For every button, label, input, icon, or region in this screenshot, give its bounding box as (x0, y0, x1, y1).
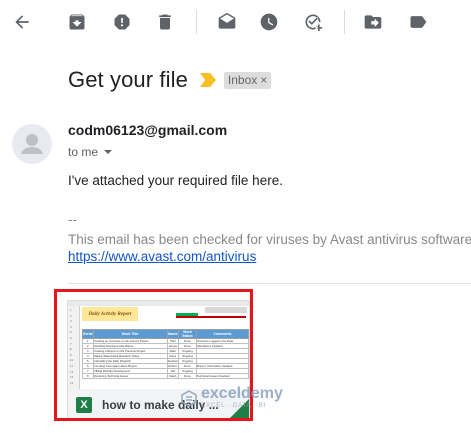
report-spam-icon[interactable] (106, 6, 138, 38)
label-chip-inbox[interactable]: Inbox × (223, 71, 272, 89)
move-to-icon[interactable] (357, 6, 389, 38)
watermark-name: exceldemy (201, 385, 283, 402)
exceldemy-logo-icon (181, 389, 197, 407)
sender-email[interactable]: codm06123@gmail.com (68, 122, 227, 138)
importance-marker-icon[interactable] (199, 73, 216, 87)
recipient-details[interactable]: to me (68, 145, 113, 159)
avatar[interactable] (12, 124, 52, 164)
mark-unread-icon[interactable] (211, 6, 243, 38)
signature-separator: -- (68, 212, 77, 227)
add-to-tasks-icon[interactable] (297, 6, 329, 38)
attachments-divider (68, 283, 471, 284)
recipient-label: to me (68, 145, 99, 159)
toolbar-separator (344, 10, 345, 34)
back-arrow-icon[interactable] (6, 6, 38, 38)
label-chip-text: Inbox (227, 72, 258, 87)
subject-row: Get your file Inbox × (68, 64, 272, 96)
email-subject: Get your file (68, 67, 188, 92)
toolbar-separator (196, 10, 197, 34)
exceldemy-watermark: exceldemy EXCEL · DATA · BI (180, 386, 283, 410)
remove-label-icon[interactable]: × (260, 73, 267, 87)
snooze-icon[interactable] (253, 6, 285, 38)
signature-link[interactable]: https://www.avast.com/antivirus (68, 249, 256, 264)
signature-text: This email has been checked for viruses … (68, 232, 471, 247)
email-body: I've attached your required file here. (68, 173, 283, 188)
delete-icon[interactable] (149, 6, 181, 38)
labels-icon[interactable] (402, 6, 434, 38)
person-icon (12, 124, 52, 164)
toolbar (0, 0, 471, 44)
chevron-down-icon[interactable] (104, 150, 113, 154)
archive-icon[interactable] (61, 6, 93, 38)
watermark-tagline: EXCEL · DATA · BI (201, 402, 266, 409)
